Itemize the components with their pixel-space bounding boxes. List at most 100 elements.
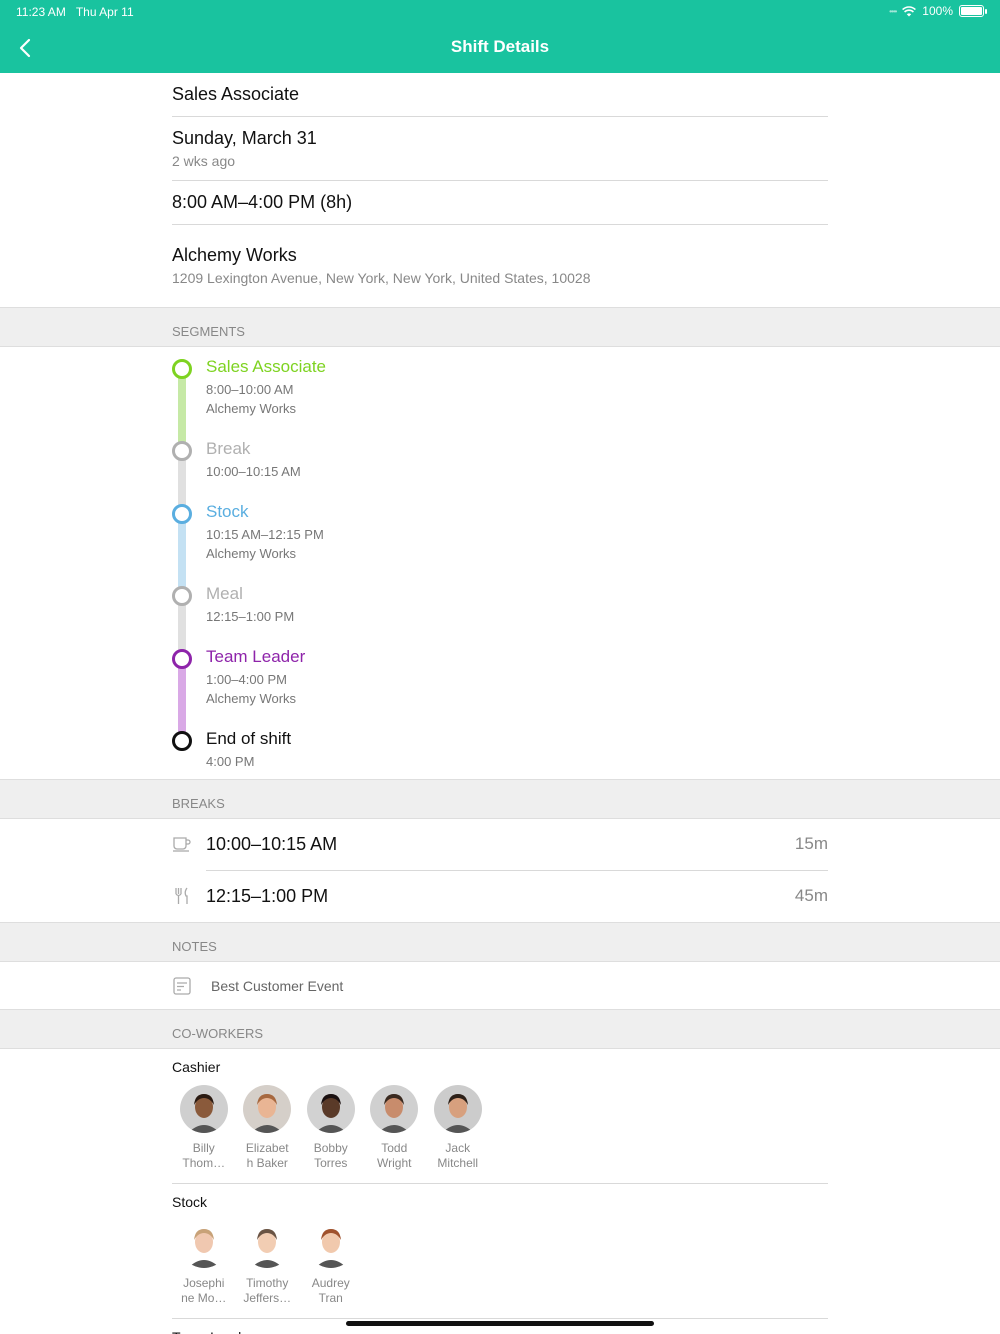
coworkers-header: CO-WORKERS [0,1009,1000,1049]
segment-dot [172,441,192,461]
coworker-name: Timothy Jeffers… [239,1276,295,1306]
shift-location: Alchemy Works [172,245,297,265]
segment-item: Break 10:00–10:15 AM [206,439,301,479]
shift-date: Sunday, March 31 [172,128,317,148]
avatar [306,1220,355,1268]
coworker-group-title: Cashier [172,1059,221,1075]
shift-details-content[interactable]: Sales Associate Sunday, March 31 2 wks a… [0,73,1000,1334]
coworker-name-line: Todd [381,1141,408,1155]
coworker-name-line: Thom… [182,1156,226,1170]
coworker[interactable]: Bobby Torres [299,1085,363,1171]
coworker-group: Cashier Billy Thom… Elizabet h Baker Bobby Tor… [172,1049,828,1184]
segment-dot [172,504,192,524]
coworker[interactable]: Timothy Jeffers… [236,1220,300,1306]
fork-knife-icon [175,887,188,904]
coworker-name-line: Josephi [183,1276,225,1290]
segments-header: SEGMENTS [0,307,1000,347]
notes-header: NOTES [0,922,1000,962]
segment-title: End of shift [206,729,292,748]
note-icon [173,977,191,995]
coworker-name-line: Elizabet [245,1141,289,1155]
segment-item: End of shift 4:00 PM [206,729,291,769]
coworker[interactable]: Audrey Tran [299,1220,363,1306]
segment-title: Sales Associate [206,357,327,376]
segment-time: 10:15 AM–12:15 PM [206,527,324,542]
segment-time: 4:00 PM [206,754,255,769]
status-right: •••• 100% [889,4,987,18]
coworker[interactable]: Jack Mitchell [426,1085,490,1171]
break-row: 10:00–10:15 AM 15m [0,819,1000,870]
coworker-name: Josephi ne Mo… [176,1276,232,1306]
segment-title: Meal [206,584,243,603]
break-duration: 45m [794,886,828,905]
coffee-cup-icon [173,837,191,852]
coworker-name: Elizabet h Baker [239,1141,295,1171]
coworker-name: Billy Thom… [176,1141,232,1171]
segment-item: Team Leader 1:00–4:00 PM Alchemy Works [206,647,305,706]
home-indicator [346,1321,654,1326]
coworker-name-line: Torres [314,1156,348,1170]
coworker[interactable]: Josephi ne Mo… [172,1220,236,1306]
coworker-name: Todd Wright [366,1141,422,1171]
coworker-name-line: Audrey [311,1276,350,1290]
avatar [370,1085,419,1133]
segment-time: 12:15–1:00 PM [206,609,295,624]
shift-location-row[interactable]: Alchemy Works 1209 Lexington Avenue, New… [172,225,828,307]
coworker-name: Audrey Tran [303,1276,359,1306]
avatar [243,1085,292,1133]
avatar [243,1220,292,1268]
segment-title: Break [206,439,251,458]
coworker[interactable]: Billy Thom… [172,1085,236,1171]
avatar-row: Josephi ne Mo… Timothy Jeffers… Audrey Tran [172,1220,828,1306]
breaks-list: 10:00–10:15 AM 15m 12:15–1:00 PM 45m [0,819,1000,922]
coworker-group-title: Stock [172,1194,208,1210]
segment-item: Stock 10:15 AM–12:15 PM Alchemy Works [206,502,324,561]
coworker-name-line: Bobby [313,1141,348,1155]
shift-relative-date: 2 wks ago [172,153,236,169]
status-time: 11:23 AM Thu Apr 11 [16,5,134,19]
break-time: 12:15–1:00 PM [206,886,329,906]
coworker-name-line: Jack [445,1141,471,1155]
coworker-name-line: Mitchell [437,1156,479,1170]
segment-dot [172,586,192,606]
avatar [433,1085,482,1133]
avatar-row: Billy Thom… Elizabet h Baker Bobby Torres Todd… [172,1085,828,1171]
avatar [179,1220,228,1268]
coworker[interactable]: Elizabet h Baker [236,1085,300,1171]
coworker[interactable]: Todd Wright [363,1085,427,1171]
segment-time: 10:00–10:15 AM [206,464,301,479]
shift-date-row: Sunday, March 31 2 wks ago [172,117,828,181]
coworker-name-line: h Baker [246,1156,288,1170]
segment-item: Sales Associate 8:00–10:00 AM Alchemy Wo… [206,357,326,416]
coworker-name-line: Billy [192,1141,215,1155]
battery-icon [959,5,987,17]
segment-time: 1:00–4:00 PM [206,672,287,687]
break-time: 10:00–10:15 AM [206,834,338,854]
segment-dot [172,359,192,379]
avatar [306,1085,355,1133]
segment-location: Alchemy Works [206,546,297,561]
avatar [179,1085,228,1133]
coworkers-list: Cashier Billy Thom… Elizabet h Baker Bobby Tor… [172,1049,828,1334]
shift-position: Sales Associate [172,84,300,104]
breaks-header: BREAKS [0,779,1000,819]
break-duration: 15m [794,834,828,853]
coworker-name-line: Timothy [246,1276,289,1290]
segment-location: Alchemy Works [206,401,297,416]
coworker-name-line: Tran [318,1291,343,1305]
segment-dot [172,649,192,669]
break-row: 12:15–1:00 PM 45m [0,871,1000,922]
coworker-name: Jack Mitchell [430,1141,486,1171]
navigation-bar: Shift Details [0,24,1000,73]
note-row: Best Customer Event [0,962,1000,1009]
shift-position-row: Sales Associate [172,73,828,117]
segment-location: Alchemy Works [206,691,297,706]
segment-item: Meal 12:15–1:00 PM [206,584,294,624]
segments-timeline: Sales Associate 8:00–10:00 AM Alchemy Wo… [0,347,1000,779]
note-text: Best Customer Event [211,978,344,994]
segment-title: Stock [206,502,249,521]
battery-percent: 100% [922,4,953,18]
coworker-name-line: Wright [377,1156,412,1170]
page-title: Shift Details [450,37,550,56]
coworker-name: Bobby Torres [303,1141,359,1171]
